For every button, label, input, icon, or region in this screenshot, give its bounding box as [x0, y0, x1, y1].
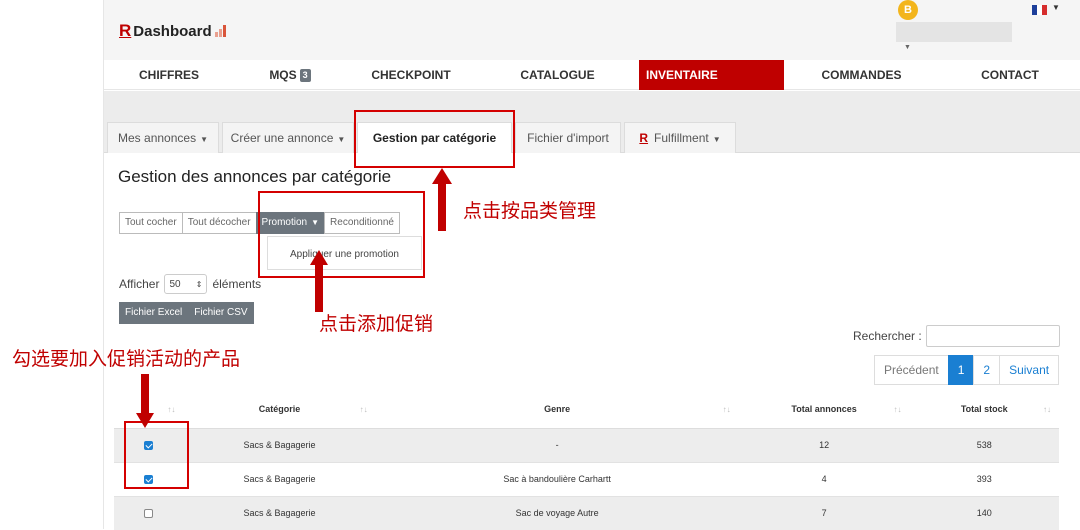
annotation-click-promotion: 点击添加促销	[319, 313, 434, 335]
annotation-select-products: 勾选要加入促销活动的产品	[12, 348, 241, 370]
annotation-click-category: 点击按品类管理	[463, 200, 597, 222]
arrow-down-icon	[136, 374, 154, 428]
arrow-up-icon	[432, 168, 452, 231]
arrow-up-icon	[310, 250, 328, 312]
annotation-arrows	[136, 168, 452, 428]
